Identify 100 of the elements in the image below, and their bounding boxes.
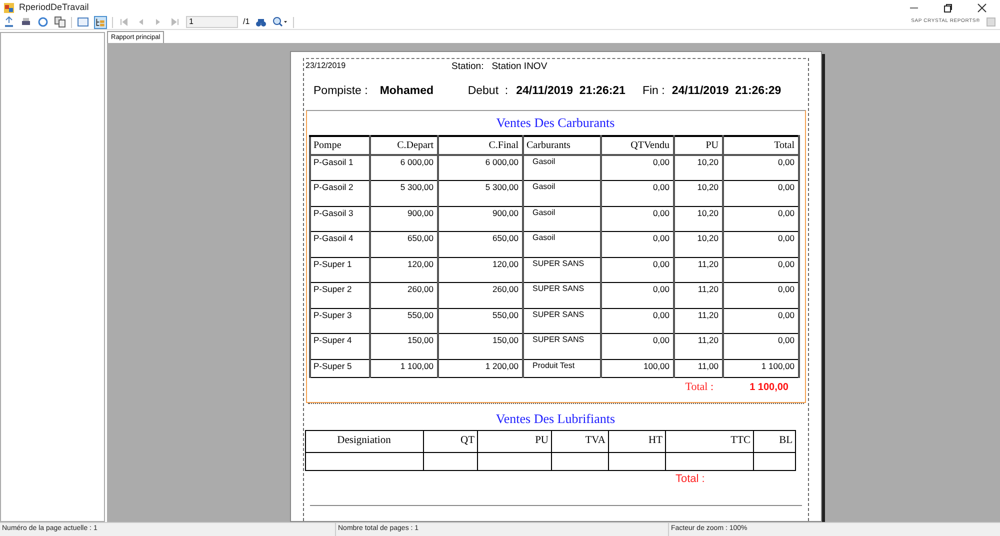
- table-cell: 11,00: [674, 359, 722, 377]
- report-date: 23/12/2019: [306, 60, 347, 72]
- table-cell: P-Super 5: [310, 359, 370, 377]
- table-cell: 0,00: [722, 206, 798, 232]
- table-cell: P-Super 1: [310, 257, 370, 282]
- table-cell: 0,00: [722, 308, 798, 334]
- table-cell: 6 000,00: [438, 155, 522, 180]
- table-cell: 260,00: [438, 282, 522, 308]
- table-cell: 0,00: [600, 206, 674, 232]
- column-header: TTC: [665, 430, 753, 452]
- table-cell: 100,00: [600, 359, 674, 377]
- total-label: Total :: [685, 380, 714, 396]
- table-cell: 5 300,00: [438, 180, 522, 206]
- column-header: Carburants: [522, 136, 600, 155]
- table-cell: 0,00: [600, 308, 674, 334]
- table-cell: P-Super 3: [310, 308, 370, 334]
- section-title: Ventes Des Lubrifiants: [494, 410, 616, 428]
- pompiste-label: Pompiste :: [314, 84, 368, 100]
- table-cell: 120,00: [438, 257, 522, 282]
- table-cell: 0,00: [722, 257, 798, 282]
- table-cell: 150,00: [438, 334, 522, 359]
- table-cell: 260,00: [370, 282, 438, 308]
- app-icon: [3, 2, 15, 14]
- table-cell: 1 200,00: [438, 359, 522, 377]
- group-tree-icon[interactable]: [94, 16, 107, 28]
- table-cell: SUPER SANS: [522, 282, 600, 308]
- column-header: C.Depart: [370, 136, 438, 155]
- table-cell: 11,20: [674, 282, 722, 308]
- table-cell: SUPER SANS: [522, 257, 600, 282]
- table-cell: P-Gasoil 1: [310, 155, 370, 180]
- binoculars-icon[interactable]: [254, 16, 267, 28]
- debut-label: Debut :: [468, 84, 508, 100]
- restore-icon[interactable]: [943, 2, 953, 12]
- table-cell: P-Gasoil 3: [310, 206, 370, 232]
- column-header: Pompe: [310, 136, 370, 155]
- table-cell: 0,00: [600, 232, 674, 257]
- table-cell: 0,00: [722, 180, 798, 206]
- table-cell: 11,20: [674, 334, 722, 359]
- table-cell: 150,00: [370, 334, 438, 359]
- table-cell: 900,00: [370, 206, 438, 232]
- table-cell: 1 100,00: [370, 359, 438, 377]
- table-cell: 0,00: [600, 180, 674, 206]
- table-cell: P-Gasoil 4: [310, 232, 370, 257]
- table-cell: 0,00: [722, 282, 798, 308]
- table-cell: 1 100,00: [722, 359, 798, 377]
- table-cell: 0,00: [600, 282, 674, 308]
- printer-icon[interactable]: [20, 16, 32, 28]
- table-cell: Gasoil: [522, 155, 600, 180]
- table-cell: Gasoil: [522, 206, 600, 232]
- station-label: Station:: [452, 60, 484, 74]
- table-cell: 0,00: [600, 155, 674, 180]
- table-cell: Produit Test: [522, 359, 600, 377]
- table-cell: 120,00: [370, 257, 438, 282]
- table-cell: 550,00: [370, 308, 438, 334]
- export-icon[interactable]: [3, 16, 15, 28]
- table-cell: 650,00: [438, 232, 522, 257]
- fin-label: Fin :: [642, 84, 665, 100]
- table-cell: 0,00: [600, 334, 674, 359]
- table-cell: P-Gasoil 2: [310, 180, 370, 206]
- table-cell: 0,00: [722, 155, 798, 180]
- column-header: PU: [674, 136, 722, 155]
- total-label: Total :: [676, 472, 705, 488]
- table-cell: 0,00: [722, 334, 798, 359]
- table-cell: 5 300,00: [370, 180, 438, 206]
- close-icon[interactable]: [977, 2, 987, 12]
- column-header: Designiation: [305, 430, 423, 452]
- table-cell: SUPER SANS: [522, 334, 600, 359]
- table-cell: 11,20: [674, 257, 722, 282]
- pompiste-name: Mohamed: [380, 84, 434, 100]
- table-cell: 10,20: [674, 155, 722, 180]
- page-total: /1: [243, 16, 250, 28]
- column-header: BL: [753, 430, 795, 452]
- page-number-field[interactable]: 1: [186, 16, 238, 28]
- zoom-icon[interactable]: [272, 16, 288, 28]
- station-name: Station INOV: [492, 60, 548, 74]
- debut-value: 24/11/2019 21:26:21: [516, 84, 626, 100]
- table-cell: 650,00: [370, 232, 438, 257]
- copy-icon[interactable]: [54, 16, 66, 28]
- table-cell: 10,20: [674, 232, 722, 257]
- table-cell: P-Super 4: [310, 334, 370, 359]
- column-header: C.Final: [438, 136, 522, 155]
- refresh-icon[interactable]: [37, 16, 49, 28]
- column-header: Total: [722, 136, 798, 155]
- table-cell: SUPER SANS: [522, 308, 600, 334]
- section-title: Ventes Des Carburants: [495, 114, 616, 132]
- column-header: HT: [608, 430, 665, 452]
- table-cell: 6 000,00: [370, 155, 438, 180]
- table-cell: 0,00: [600, 257, 674, 282]
- table-cell: Gasoil: [522, 232, 600, 257]
- total-value: 1 100,00: [750, 381, 788, 395]
- column-header: QT: [423, 430, 477, 452]
- grid-icon[interactable]: [77, 16, 89, 28]
- column-header: TVA: [551, 430, 608, 452]
- column-header: QTVendu: [600, 136, 674, 155]
- table-cell: 10,20: [674, 206, 722, 232]
- table-cell: 10,20: [674, 180, 722, 206]
- table-cell: Gasoil: [522, 180, 600, 206]
- table-cell: 900,00: [438, 206, 522, 232]
- window-title: RperiodDeTravail: [19, 0, 89, 14]
- table-cell: 11,20: [674, 308, 722, 334]
